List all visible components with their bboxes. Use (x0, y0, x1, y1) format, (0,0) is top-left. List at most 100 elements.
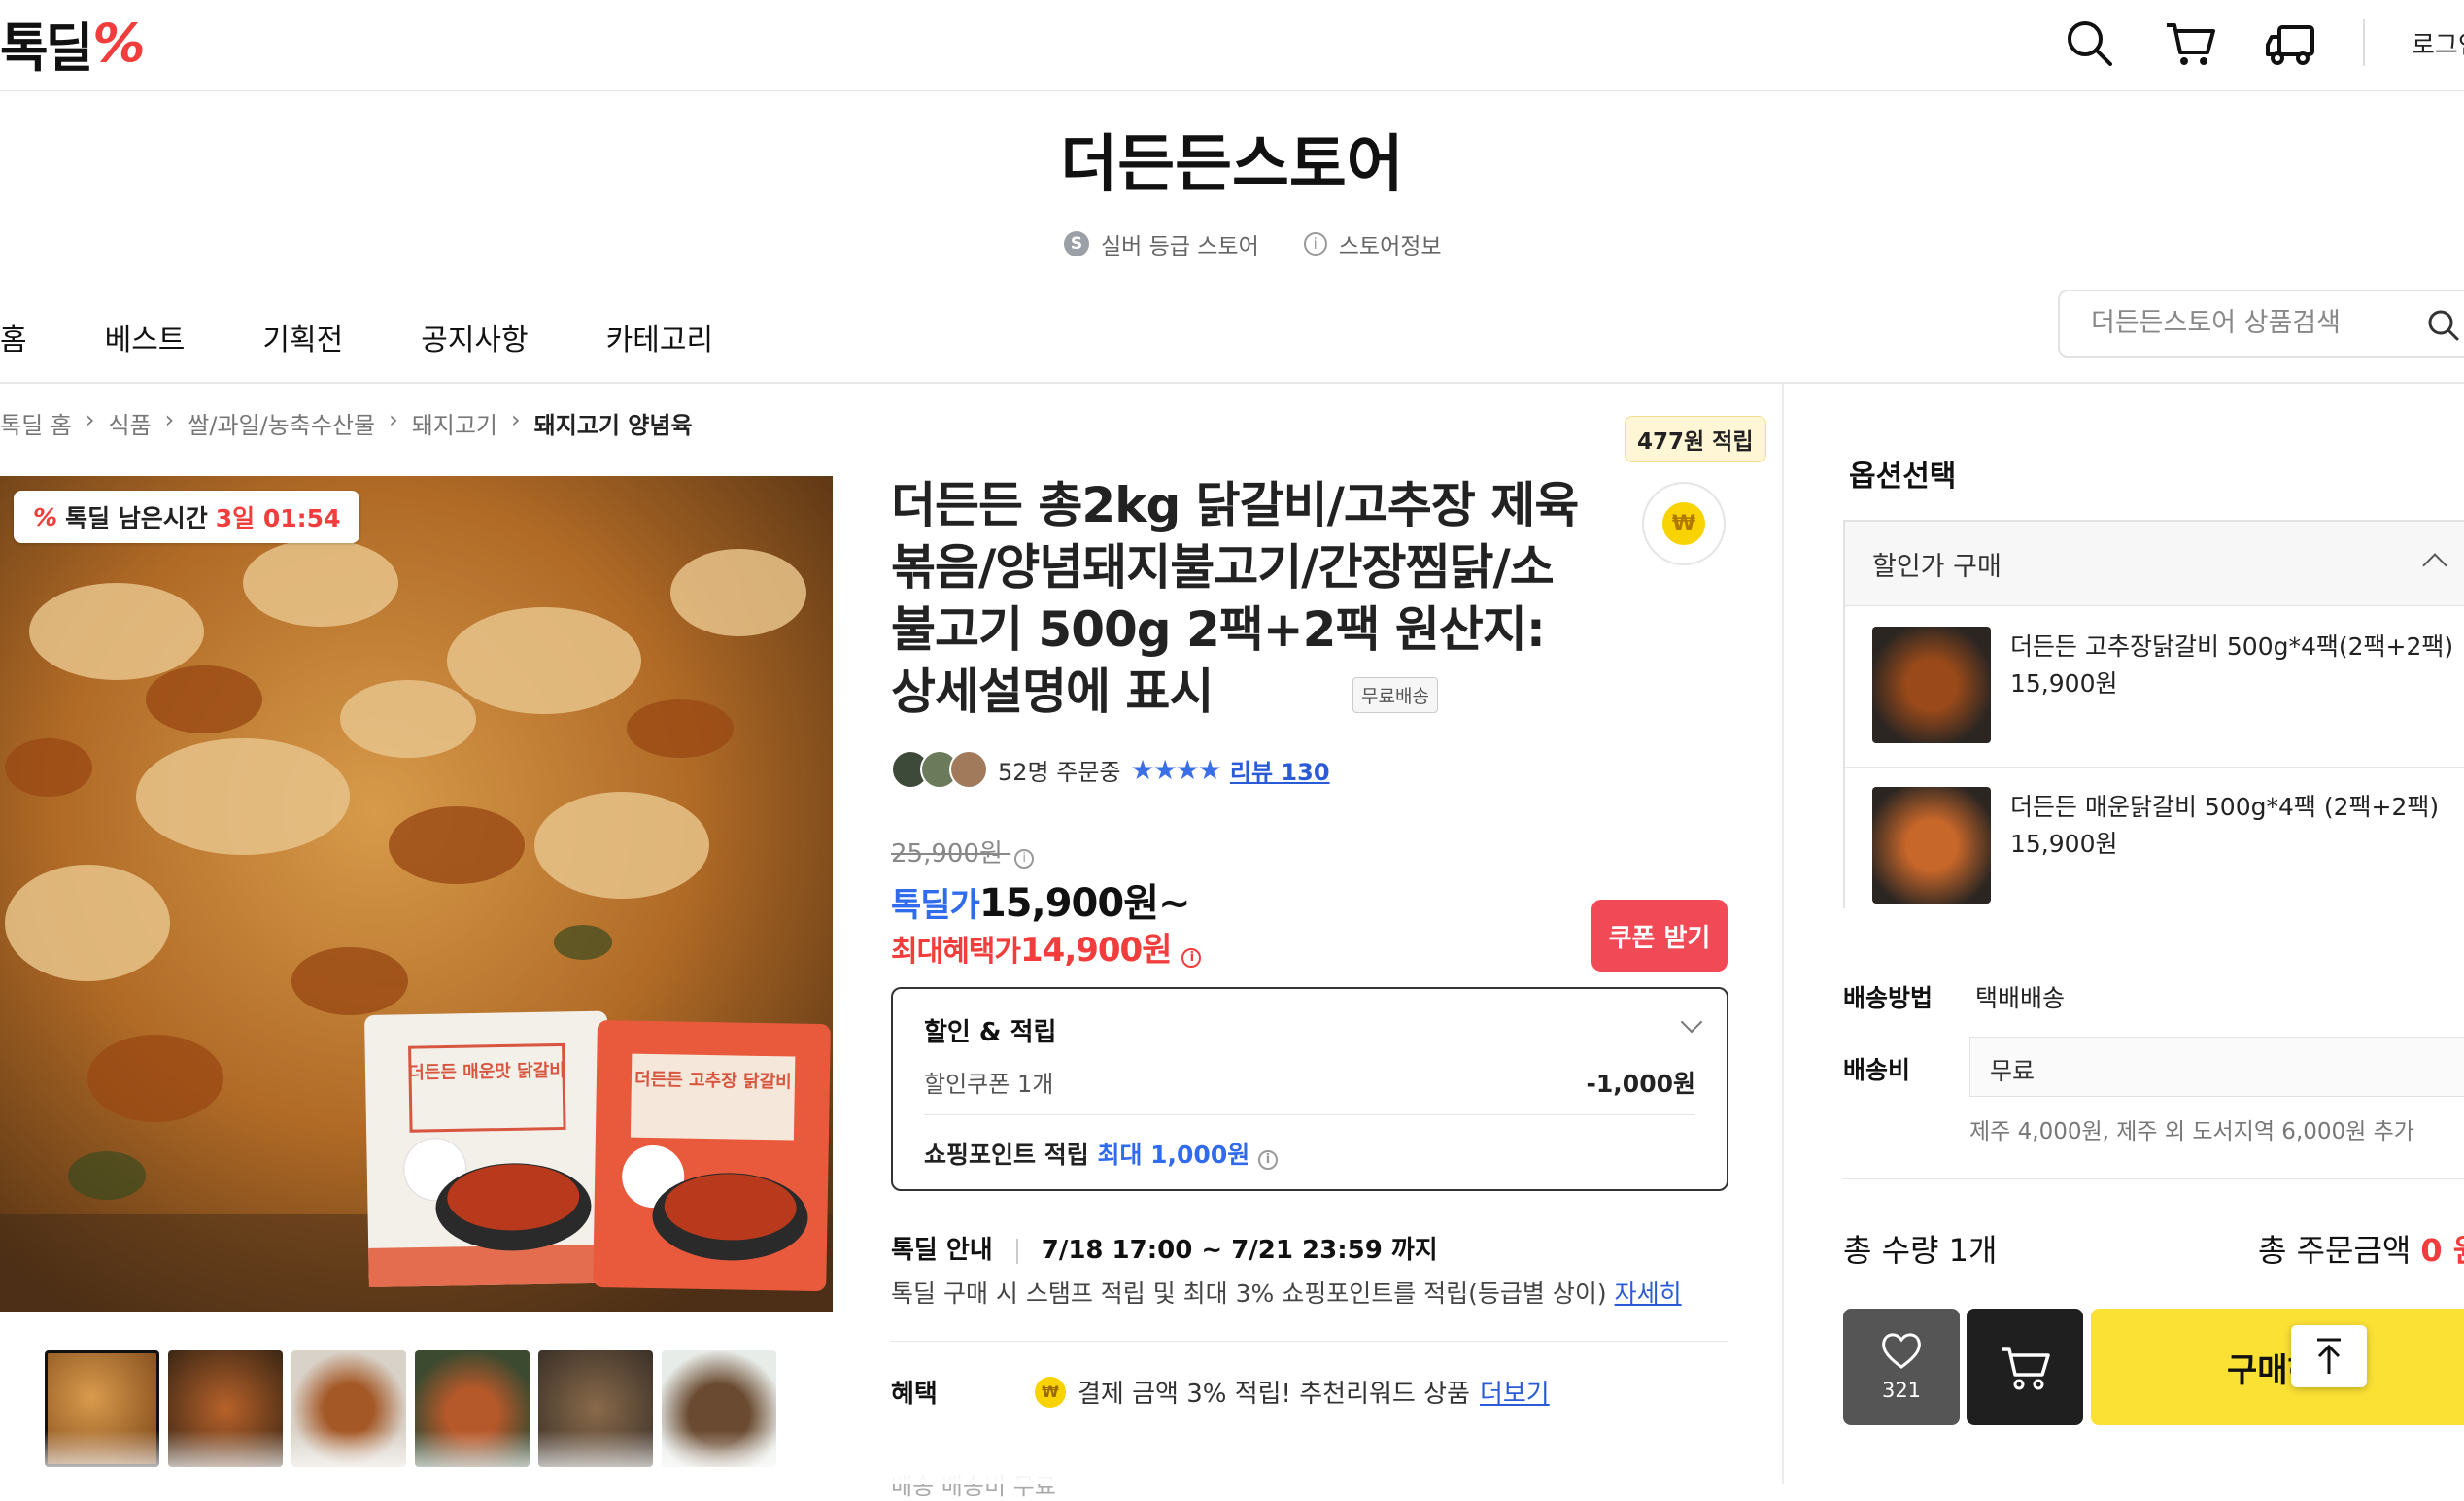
breadcrumb: 톡딜 홈 › 식품 › 쌀/과일/농축수산물 › 돼지고기 › 돼지고기 양념육 (0, 406, 693, 440)
breadcrumb-current[interactable]: 돼지고기 양념육 (534, 406, 693, 440)
option-group-label: 할인가 구매 (1872, 552, 2002, 582)
delivery-truck-icon[interactable] (2264, 16, 2320, 72)
buy-button[interactable]: 구매하기 (2091, 1309, 2464, 1425)
silver-grade-icon: S (1064, 231, 1089, 256)
total-amount-label: 총 주문금액 (2258, 1232, 2412, 1269)
store-name: 더든든스토어 (1060, 129, 1404, 201)
logo-text: 톡딜 (0, 17, 93, 79)
point-value: 최대 1,000원 (1097, 1141, 1250, 1169)
option-thumbnail (1872, 787, 1991, 904)
product-main-image[interactable]: 더든든 매운맛 닭갈비 더든든 고추장 닭갈비 (0, 476, 833, 1312)
store-search-input[interactable] (2089, 307, 2443, 339)
store-info-link[interactable]: 스토어정보 (1339, 227, 1442, 260)
total-amount-value: 0 원 (2420, 1232, 2464, 1269)
logo-mark: % (92, 12, 145, 74)
won-coin-icon: ₩ (1662, 502, 1705, 545)
get-coupon-button[interactable]: 쿠폰 받기 (1591, 900, 1728, 972)
deal-info-row: 톡딜 안내 7/18 17:00 ~ 7/21 23:59 까지 (891, 1230, 1438, 1266)
deal-period: 7/18 17:00 ~ 7/21 23:59 까지 (1041, 1236, 1438, 1265)
header-divider (2363, 19, 2365, 66)
option-item[interactable]: 더든든 매운닭갈비 500g*4팩 (2팩+2팩) 15,900원 (1845, 768, 2464, 927)
option-name: 더든든 매운닭갈비 500g*4팩 (2팩+2팩) (2010, 793, 2440, 821)
nav-divider (0, 382, 2464, 384)
section-divider (891, 1341, 1728, 1342)
add-to-cart-button[interactable] (1967, 1309, 2083, 1425)
option-price: 15,900원 (2010, 669, 2118, 698)
chevron-up-icon[interactable] (2422, 553, 2447, 578)
cart-icon (2002, 1347, 2050, 1390)
search-icon[interactable] (2062, 16, 2118, 72)
timer-label: 톡딜 남은시간 (65, 504, 208, 532)
panel-title: 할인 & 적립 (924, 1018, 1057, 1047)
bottom-fade (0, 1430, 1782, 1484)
chevron-down-icon[interactable] (1680, 1010, 1703, 1034)
coupon-value: -1,000원 (1586, 1070, 1695, 1098)
top-navigation-bar: 톡딜% 로그인 (0, 0, 2464, 91)
info-icon[interactable]: i (1181, 947, 1202, 968)
like-button[interactable]: 321 (1843, 1309, 1960, 1425)
shipping-fee-value: 무료 (1990, 1057, 2036, 1085)
avatar (949, 750, 988, 789)
store-nav-category[interactable]: 카테고리 (606, 316, 713, 358)
max-price-value: 14,900원 (1020, 931, 1172, 970)
deal-detail-link[interactable]: 자세히 (1615, 1279, 1682, 1308)
benefit-row: 혜택 ₩ 결제 금액 3% 적립! 추천리워드 상품 더보기 (891, 1374, 1550, 1410)
option-group-header[interactable]: 할인가 구매 (1845, 522, 2464, 606)
coupon-label: 할인쿠폰 1개 (924, 1071, 1054, 1098)
deal-price: 톡딜가15,900원~ (891, 871, 1191, 928)
shipping-method-label: 배송방법 (1843, 984, 1934, 1012)
deal-info-label: 톡딜 안내 (891, 1236, 993, 1265)
store-nav-exhibition[interactable]: 기획전 (262, 316, 343, 358)
logo[interactable]: 톡딜% (0, 12, 145, 79)
deal-price-label: 톡딜가 (891, 886, 980, 925)
point-label: 쇼핑포인트 적립 (924, 1141, 1089, 1169)
store-search-box (2058, 290, 2464, 358)
deal-percent-icon: % (33, 502, 58, 531)
store-meta: S 실버 등급 스토어 i 스토어정보 (1064, 227, 1442, 260)
point-coin-button[interactable]: ₩ (1642, 482, 1726, 565)
deal-timer-badge: % 톡딜 남은시간 3일 01:54 (14, 491, 360, 543)
discount-points-panel[interactable]: 할인 & 적립 할인쿠폰 1개 -1,000원 쇼핑포인트 적립 최대 1,00… (891, 987, 1728, 1191)
buyer-count: 52명 주문중 (998, 758, 1121, 786)
review-link[interactable]: 리뷰 130 (1230, 753, 1330, 787)
benefit-more-link[interactable]: 더보기 (1480, 1374, 1550, 1410)
heart-icon (1882, 1333, 1921, 1369)
deal-description: 톡딜 구매 시 스탬프 적립 및 최대 3% 쇼핑포인트를 적립(등급별 상이)… (891, 1275, 1682, 1310)
info-icon[interactable]: i (1014, 848, 1035, 869)
package-label-2: 더든든 고추장 닭갈비 (634, 1069, 792, 1093)
buyer-avatars (891, 750, 988, 789)
breadcrumb-item[interactable]: 돼지고기 (412, 406, 497, 440)
divider (1843, 1178, 2464, 1179)
divider (924, 1114, 1695, 1115)
option-price: 15,900원 (2010, 830, 2118, 858)
store-nav-best[interactable]: 베스트 (105, 316, 186, 358)
breadcrumb-item[interactable]: 톡딜 홈 (0, 406, 72, 440)
info-icon[interactable]: i (1303, 232, 1327, 256)
login-link[interactable]: 로그인 (2412, 25, 2464, 61)
shipping-fee-field: 무료 (1969, 1037, 2464, 1097)
social-proof: 52명 주문중 ★★★★ 리뷰 130 (891, 750, 1330, 789)
store-nav: 홈 베스트 기획전 공지사항 카테고리 (0, 316, 791, 358)
shipping-fee-label: 배송비 (1843, 1056, 1911, 1084)
benefit-text: 결제 금액 3% 적립! 추천리워드 상품 (1078, 1380, 1470, 1409)
deal-desc-text: 톡딜 구매 시 스탬프 적립 및 최대 3% 쇼핑포인트를 적립(등급별 상이) (891, 1279, 1607, 1308)
search-icon[interactable] (2425, 307, 2462, 344)
option-name: 더든든 고추장닭갈비 500g*4팩(2팩+2팩) (2010, 632, 2454, 661)
deal-price-value: 15,900원~ (978, 881, 1191, 926)
store-nav-notice[interactable]: 공지사항 (421, 316, 528, 358)
free-shipping-badge: 무료배송 (1352, 677, 1438, 713)
shipping-note: 제주 4,000원, 제주 외 도서지역 6,000원 추가 (1969, 1119, 2414, 1144)
info-icon[interactable]: i (1257, 1149, 1278, 1170)
option-thumbnail (1872, 627, 1991, 743)
breadcrumb-item[interactable]: 쌀/과일/농축수산물 (188, 406, 375, 440)
like-count: 321 (1881, 1379, 1922, 1402)
store-nav-home[interactable]: 홈 (0, 316, 27, 358)
product-title: 더든든 총2kg 닭갈비/고추장 제육볶음/양념돼지불고기/간장찜닭/소불고기 … (891, 477, 1579, 720)
scroll-to-top-button[interactable] (2291, 1325, 2367, 1387)
point-tooltip: 477원 적립 (1625, 416, 1766, 462)
option-list: 할인가 구매 더든든 고추장닭갈비 500g*4팩(2팩+2팩) 15,900원… (1843, 520, 2464, 908)
cart-icon[interactable] (2163, 16, 2219, 72)
chevron-right-icon: › (511, 406, 521, 433)
option-item[interactable]: 더든든 고추장닭갈비 500g*4팩(2팩+2팩) 15,900원 (1845, 607, 2464, 767)
breadcrumb-item[interactable]: 식품 (108, 406, 151, 440)
